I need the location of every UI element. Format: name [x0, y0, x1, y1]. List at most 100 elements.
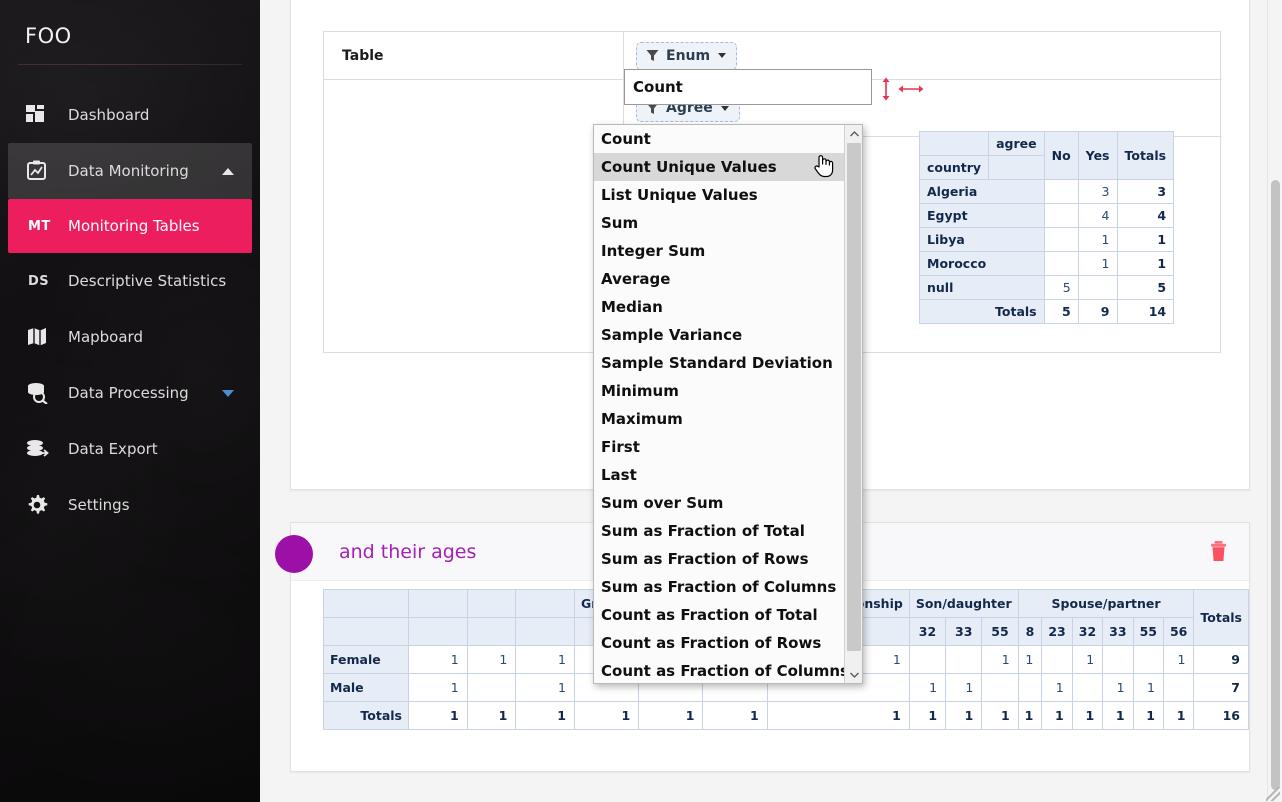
cell-total-1: 1	[466, 701, 517, 730]
cell-total-15: 1	[1162, 701, 1195, 730]
cell-egypt-no	[1043, 203, 1079, 228]
sidebar-item-mapboard[interactable]: Mapboard	[8, 309, 252, 365]
dropdown-option[interactable]: Count	[594, 125, 846, 153]
sidebar-item-label: Data Export	[68, 440, 158, 458]
trash-icon[interactable]	[1210, 541, 1227, 566]
aggregator-cell	[324, 80, 624, 303]
cell-male-10	[1017, 673, 1043, 702]
cell-totals-no: 5	[1043, 299, 1079, 324]
cell-algeria-no	[1043, 179, 1079, 204]
row-header-null: null	[919, 275, 1045, 300]
filter-pill-enum[interactable]: Enum	[636, 41, 738, 70]
col-group-son-daughter: Son/daughter	[908, 589, 1019, 618]
row-header-male: Male	[323, 673, 409, 702]
sidebar-item-monitoring-tables[interactable]: MT Monitoring Tables	[8, 199, 252, 253]
row-header-libya: Libya	[919, 227, 1045, 252]
sidebar-divider	[18, 64, 242, 65]
dropdown-option[interactable]: Sum as Fraction of Columns	[594, 573, 846, 601]
sidebar-item-label: Monitoring Tables	[68, 217, 200, 235]
dropdown-option[interactable]: Sum as Fraction of Rows	[594, 545, 846, 573]
dropdown-option[interactable]: Count as Fraction of Rows	[594, 629, 846, 657]
col-header-no: No	[1043, 131, 1079, 180]
dropdown-option[interactable]: Average	[594, 265, 846, 293]
page-scrollbar[interactable]	[1267, 0, 1282, 802]
col-sub-33-sp: 33	[1102, 617, 1134, 646]
col-group-spouse-partner: Spouse/partner	[1017, 589, 1195, 618]
sidebar-item-settings[interactable]: Settings	[8, 477, 252, 533]
dropdown-option[interactable]: First	[594, 433, 846, 461]
table-row: null 5 5	[919, 275, 1175, 300]
cell-female-0: 1	[408, 645, 468, 674]
cell-female-8	[945, 645, 983, 674]
sidebar-item-label: Settings	[68, 496, 130, 514]
dropdown-option[interactable]: Count as Fraction of Columns	[594, 657, 849, 683]
sidebar-item-dashboard[interactable]: Dashboard	[8, 87, 252, 143]
gear-icon	[26, 494, 68, 516]
aggregator-dropdown-list[interactable]: Count Count Unique Values List Unique Valu…	[593, 124, 863, 684]
aggregator-select[interactable]: Count	[624, 69, 872, 105]
sidebar: FOO Dashboard Data Monitoring MT Monitor…	[0, 0, 260, 802]
col-sub-1-0	[466, 617, 517, 646]
filter-funnel-icon	[646, 49, 659, 62]
cell-male-9	[981, 673, 1019, 702]
dropdown-scrollbar[interactable]	[844, 125, 862, 683]
database-search-icon	[26, 382, 68, 404]
ds-abbrev-icon: DS	[28, 273, 49, 289]
card-badge-avatar	[275, 535, 313, 573]
dropdown-option[interactable]: List Unique Values	[594, 181, 846, 209]
col-sub-55-sp: 55	[1132, 617, 1164, 646]
dropdown-option[interactable]: Sum as Fraction of Total	[594, 517, 846, 545]
cell-libya-yes: 1	[1077, 227, 1118, 252]
cell-female-9: 1	[981, 645, 1019, 674]
dropdown-option[interactable]: Last	[594, 461, 846, 489]
cell-male-8: 1	[945, 673, 983, 702]
renderer-cell: Table	[324, 32, 624, 80]
dropdown-option[interactable]: Sample Variance	[594, 321, 846, 349]
col-header-totals: Totals	[1116, 131, 1175, 180]
cell-morocco-total: 1	[1116, 251, 1175, 276]
dropdown-scroll-thumb[interactable]	[847, 143, 861, 651]
card-title: and their ages	[339, 541, 477, 563]
cell-libya-total: 1	[1116, 227, 1175, 252]
vertical-drag-arrow-icon	[880, 77, 892, 106]
cell-male-15	[1162, 673, 1195, 702]
row-header-female: Female	[323, 645, 409, 674]
sidebar-item-descriptive-statistics[interactable]: DS Descriptive Statistics	[8, 253, 252, 309]
cell-female-13	[1102, 645, 1134, 674]
dropdown-option[interactable]: Sample Standard Deviation	[594, 349, 846, 377]
cell-total-7: 1	[908, 701, 947, 730]
cell-null-total: 5	[1116, 275, 1175, 300]
sidebar-item-data-monitoring[interactable]: Data Monitoring	[8, 143, 252, 199]
cell-morocco-no	[1043, 251, 1079, 276]
window-resize-grip[interactable]	[1266, 787, 1280, 801]
cell-female-10: 1	[1017, 645, 1043, 674]
dropdown-option[interactable]: Sum	[594, 209, 846, 237]
cell-female-total: 9	[1193, 645, 1249, 674]
cell-male-7: 1	[908, 673, 947, 702]
scroll-up-arrow-icon[interactable]	[845, 125, 862, 142]
cell-morocco-yes: 1	[1077, 251, 1118, 276]
col-sub-33-sd: 33	[945, 617, 983, 646]
dropdown-option[interactable]: Integer Sum	[594, 237, 846, 265]
dropdown-option[interactable]: Sum over Sum	[594, 489, 846, 517]
table-row: Egypt 4 4	[919, 203, 1175, 228]
cell-null-yes	[1077, 275, 1118, 300]
dropdown-option[interactable]: Median	[594, 293, 846, 321]
sidebar-item-label: Mapboard	[68, 328, 143, 346]
sidebar-item-data-processing[interactable]: Data Processing	[8, 365, 252, 421]
dropdown-option[interactable]: Count Unique Values	[594, 153, 846, 181]
cell-male-14: 1	[1132, 673, 1164, 702]
sidebar-nav: Dashboard Data Monitoring MT Monitoring …	[0, 87, 260, 533]
sidebar-item-data-export[interactable]: Data Export	[8, 421, 252, 477]
dropdown-option[interactable]: Minimum	[594, 377, 846, 405]
corner-blank-2	[988, 155, 1045, 180]
page-scroll-thumb[interactable]	[1271, 180, 1280, 790]
dropdown-option[interactable]: Maximum	[594, 405, 846, 433]
chevron-down-icon	[222, 389, 234, 397]
cell-female-1: 1	[466, 645, 517, 674]
dropdown-option[interactable]: Count as Fraction of Total	[594, 601, 846, 629]
scroll-down-arrow-icon[interactable]	[845, 666, 862, 683]
row-header-totals: Totals	[919, 299, 1045, 324]
sidebar-item-label: Data Monitoring	[68, 162, 189, 180]
row-axis-label: country	[918, 155, 990, 180]
